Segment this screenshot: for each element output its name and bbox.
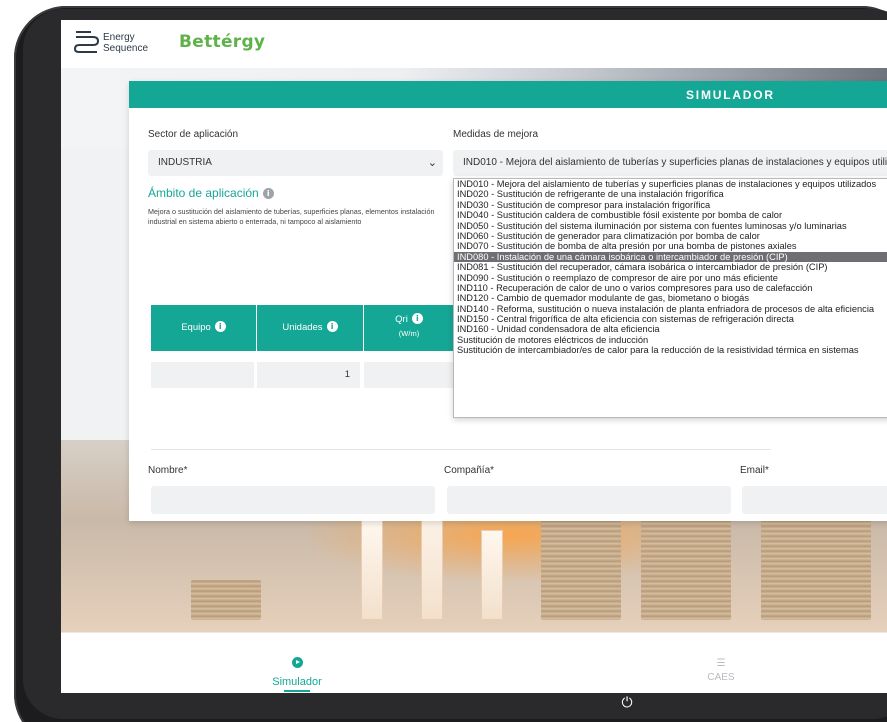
info-icon[interactable]: i	[326, 321, 338, 332]
medidas-dropdown-list[interactable]: IND010 - Mejora del aislamiento de tuber…	[453, 178, 887, 418]
tab-simulador-label: Simulador	[272, 676, 322, 688]
dropdown-option[interactable]: IND080 - Instalación de una cámara isobá…	[454, 251, 887, 263]
tablet-device: Energy Sequence Bettérgy SIMULADOR Secto…	[0, 0, 887, 722]
compania-label: Compañía*	[444, 465, 495, 476]
dropdown-option[interactable]: IND020 - Sustitución de refrigerante de …	[454, 189, 887, 199]
app-screen: Energy Sequence Bettérgy SIMULADOR Secto…	[61, 20, 887, 693]
table-header-unit: (W/m)	[398, 329, 420, 338]
dropdown-option[interactable]: IND120 - Cambio de quemador modulante de…	[454, 293, 887, 303]
active-tab-indicator	[284, 690, 310, 692]
table-header-unidades: Unidades i	[257, 305, 364, 351]
medidas-label: Medidas de mejora	[453, 129, 539, 140]
energy-sequence-logo: Energy Sequence	[73, 31, 148, 54]
table-header-qri: Qri i (W/m)	[364, 305, 454, 351]
table-header-equipo: Equipo i	[151, 305, 257, 351]
ambito-title: Ámbito de aplicación i	[148, 186, 274, 200]
medidas-select[interactable]: IND010 - Mejora del aislamiento de tuber…	[453, 150, 887, 176]
medidas-select-value: IND010 - Mejora del aislamiento de tuber…	[463, 157, 887, 168]
dropdown-option[interactable]: IND110 - Recuperación de calor de uno o …	[454, 283, 887, 293]
dropdown-option[interactable]: IND060 - Sustitución de generador para c…	[454, 231, 887, 241]
logo-es-line1: Energy	[103, 32, 135, 43]
dropdown-option[interactable]: IND140 - Reforma, sustitución o nueva in…	[454, 304, 887, 314]
dropdown-option[interactable]: Sustitución de motores eléctricos de ind…	[454, 335, 887, 345]
email-input[interactable]	[742, 486, 887, 514]
coin-stack	[541, 520, 621, 620]
dropdown-option[interactable]: IND150 - Central frigorífica de alta efi…	[454, 314, 887, 324]
info-icon[interactable]: i	[262, 188, 274, 199]
coin-stack	[191, 580, 261, 620]
table-cell-qri[interactable]	[364, 362, 454, 388]
bottom-tab-bar: Simulador ☰ CAES	[61, 632, 887, 693]
tab-simulador[interactable]: Simulador	[257, 655, 337, 688]
play-circle-icon	[291, 657, 303, 668]
dropdown-option[interactable]: IND040 - Sustitución caldera de combusti…	[454, 210, 887, 220]
dropdown-option[interactable]: IND160 - Unidad condensadora de alta efi…	[454, 324, 887, 334]
email-label: Email*	[740, 465, 769, 476]
nombre-label: Nombre*	[148, 465, 188, 476]
app-header: Energy Sequence Bettérgy	[61, 20, 887, 68]
table-cell-equipo[interactable]	[151, 362, 254, 388]
tab-caes-label: CAES	[707, 672, 735, 683]
bg-bar	[361, 520, 383, 620]
table-cell-unidades[interactable]: 1	[257, 362, 360, 388]
info-icon[interactable]: i	[214, 321, 226, 332]
logo-es-line2: Sequence	[103, 43, 148, 54]
dropdown-option[interactable]: IND081 - Sustitución del recuperador, cá…	[454, 262, 887, 272]
power-icon[interactable]: ⏻	[617, 693, 637, 713]
list-icon: ☰	[716, 658, 726, 669]
dropdown-option[interactable]: Sustitución de intercambiador/es de calo…	[454, 345, 887, 355]
sector-label: Sector de aplicación	[148, 129, 239, 140]
table-header-label: Equipo	[181, 322, 211, 333]
table-header-label: Qri	[395, 314, 408, 325]
bg-bar	[481, 530, 503, 620]
table-header-label: Unidades	[282, 322, 323, 333]
dropdown-option[interactable]: IND090 - Sustitución o reemplazo de comp…	[454, 273, 887, 283]
dropdown-option[interactable]: IND050 - Sustitución del sistema ilumina…	[454, 221, 887, 231]
dropdown-option[interactable]: IND030 - Sustitución de compresor para i…	[454, 200, 887, 210]
compania-input[interactable]	[447, 486, 731, 514]
card-title: SIMULADOR	[686, 88, 775, 102]
dropdown-option[interactable]: IND070 - Sustitución de bomba de alta pr…	[454, 241, 887, 251]
sector-select[interactable]: INDUSTRIA ⌄	[148, 150, 443, 176]
sector-select-value: INDUSTRIA	[158, 157, 212, 168]
card-header: SIMULADOR	[129, 81, 887, 108]
chevron-down-icon: ⌄	[427, 157, 437, 169]
dropdown-option[interactable]: IND010 - Mejora del aislamiento de tuber…	[454, 179, 887, 189]
bettergy-logo: Bettérgy	[179, 32, 266, 52]
nombre-input[interactable]	[151, 486, 435, 514]
ambito-description: Mejora o sustitución del aislamiento de …	[148, 207, 435, 226]
ambito-title-text: Ámbito de aplicación	[148, 186, 259, 200]
section-divider	[151, 449, 771, 450]
tab-caes[interactable]: ☰ CAES	[701, 658, 741, 684]
info-icon[interactable]: i	[411, 313, 423, 324]
